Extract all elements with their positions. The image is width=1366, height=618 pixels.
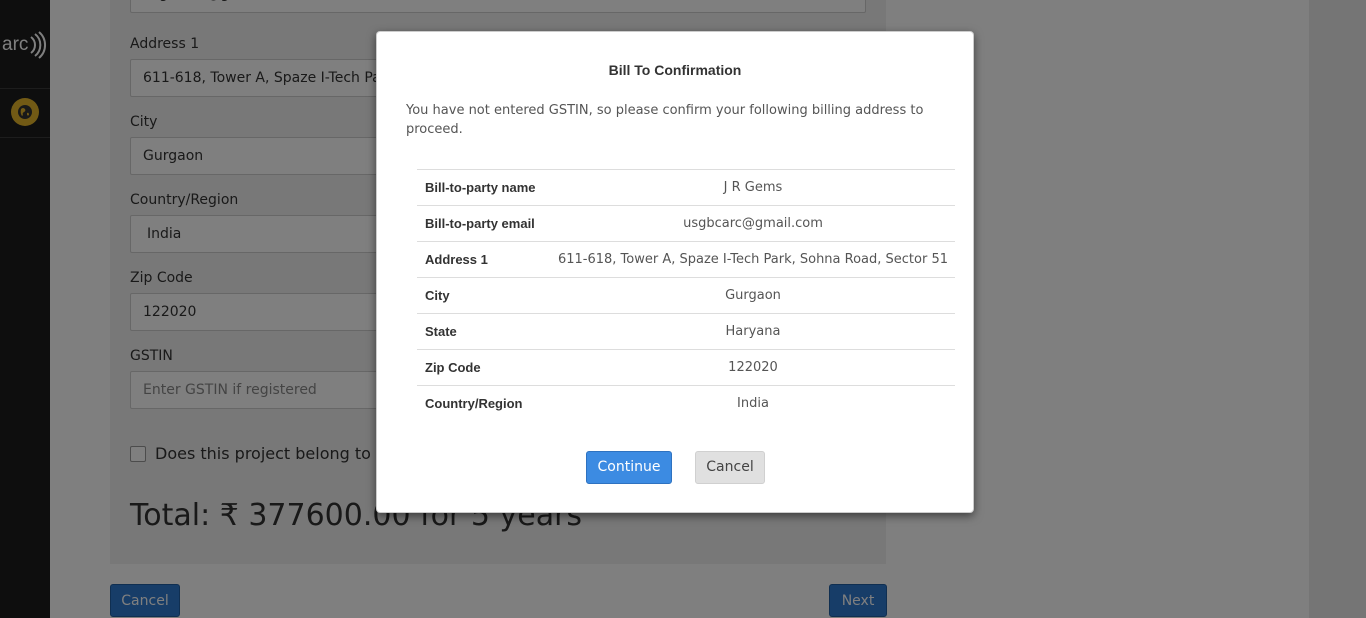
row-label: Bill-to-party email <box>425 216 535 231</box>
billing-details-table: Bill-to-party name J R Gems Bill-to-part… <box>417 169 955 422</box>
modal-title: Bill To Confirmation <box>608 62 742 78</box>
row-label: State <box>425 324 457 339</box>
row-value: 611-618, Tower A, Spaze I-Tech Park, Soh… <box>557 252 949 267</box>
table-row: City Gurgaon <box>417 277 955 314</box>
row-value: India <box>737 396 769 412</box>
row-label: Country/Region <box>425 396 523 412</box>
table-row: Address 1 611-618, Tower A, Spaze I-Tech… <box>417 241 955 278</box>
row-value: J R Gems <box>723 180 783 195</box>
row-value: Gurgaon <box>725 288 781 303</box>
row-label: Address 1 <box>425 252 488 267</box>
table-row: State Haryana <box>417 313 955 350</box>
table-row: Zip Code 122020 <box>417 349 955 386</box>
table-row: Bill-to-party name J R Gems <box>417 169 955 206</box>
continue-button[interactable]: Continue <box>586 451 672 484</box>
table-row: Bill-to-party email usgbcarc@gmail.com <box>417 205 955 242</box>
row-label: Bill-to-party name <box>425 180 536 195</box>
table-row: Country/Region India <box>417 385 955 422</box>
modal-description: You have not entered GSTIN, so please co… <box>406 103 924 137</box>
row-label: City <box>425 288 450 303</box>
row-label: Zip Code <box>425 360 481 375</box>
bill-to-confirmation-modal: Bill To Confirmation You have not entere… <box>376 31 974 513</box>
row-value: usgbcarc@gmail.com <box>683 216 823 231</box>
modal-cancel-button[interactable]: Cancel <box>695 451 765 484</box>
row-value: Haryana <box>725 324 781 339</box>
row-value: 122020 <box>728 360 778 375</box>
